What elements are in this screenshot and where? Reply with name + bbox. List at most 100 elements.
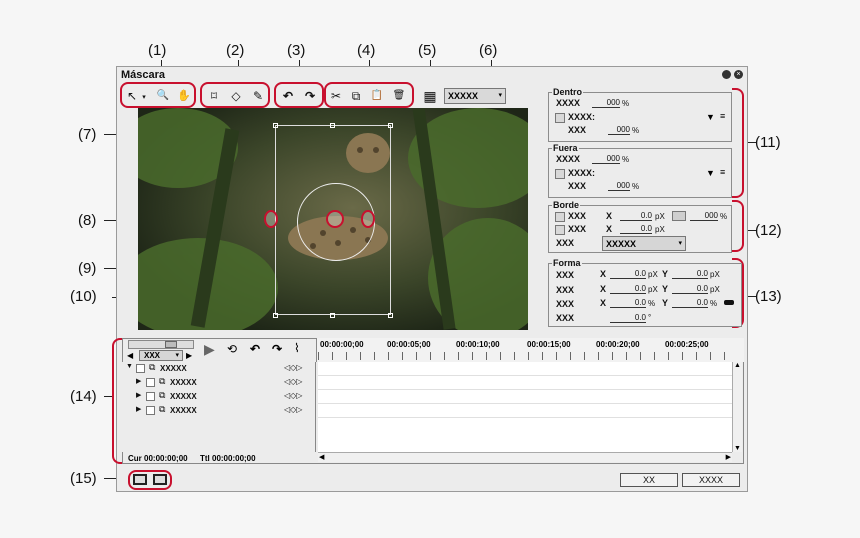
scroll-left-icon[interactable]: ◀: [319, 453, 324, 461]
mask-center-handle[interactable]: [326, 210, 344, 228]
fuera-row1-unit: %: [622, 155, 630, 164]
mask-handle[interactable]: [273, 123, 278, 128]
dentro-row1-unit: %: [622, 99, 630, 108]
keyframe-nav-icon[interactable]: ◁◇▷: [284, 405, 302, 414]
zoom-slider-thumb[interactable]: [165, 341, 177, 348]
forma-r1-x-input[interactable]: 0.0: [610, 269, 646, 279]
filter-icon[interactable]: ▼: [706, 112, 715, 122]
prev-keyframe-icon[interactable]: ↶: [250, 342, 260, 356]
ellipse-mask-icon[interactable]: ◇: [228, 88, 244, 104]
track-row[interactable]: ▶ ⧉ XXXXX ◁◇▷: [134, 404, 316, 418]
undo-icon[interactable]: ↶: [280, 88, 296, 104]
close-icon[interactable]: ×: [734, 70, 743, 79]
expand-icon[interactable]: ▶: [136, 377, 141, 385]
cut-icon[interactable]: ✂: [328, 88, 344, 104]
dentro-checkbox[interactable]: [555, 113, 565, 123]
borde-checkbox-1[interactable]: [555, 212, 565, 222]
vertical-scrollbar[interactable]: ▲ ▼: [732, 362, 742, 452]
track-checkbox[interactable]: [146, 406, 155, 415]
borde-r1-input[interactable]: 0.0: [620, 211, 652, 221]
track-checkbox[interactable]: [146, 392, 155, 401]
list-icon[interactable]: ≡: [720, 111, 725, 121]
keyframe-nav-icon[interactable]: ◁◇▷: [284, 377, 302, 386]
loop-icon[interactable]: ⟲: [227, 342, 237, 356]
expand-icon[interactable]: ▶: [136, 391, 141, 399]
borde-r2-input[interactable]: 0.0: [620, 224, 652, 234]
single-view-icon[interactable]: [133, 474, 147, 485]
mask-handle[interactable]: [388, 313, 393, 318]
aspect-lock-icon[interactable]: [724, 300, 734, 305]
dentro-row3-unit: %: [632, 126, 640, 135]
expand-icon[interactable]: ▶: [136, 405, 141, 413]
copy-icon[interactable]: ⧉: [348, 88, 364, 104]
chevron-down-icon[interactable]: ▾: [136, 90, 152, 106]
cancel-button[interactable]: XXXX: [682, 473, 740, 487]
preview-area[interactable]: [138, 108, 528, 330]
fuera-row1-input[interactable]: 000: [592, 154, 620, 164]
collapse-icon[interactable]: ▼: [126, 363, 133, 370]
zoom-select[interactable]: XXX ▾: [139, 350, 183, 361]
fuera-row3-input[interactable]: 000: [608, 181, 630, 191]
pen-icon[interactable]: ✎: [250, 88, 266, 104]
track-row[interactable]: ▶ ⧉ XXXXX ◁◇▷: [134, 376, 316, 390]
play-icon[interactable]: ▶: [204, 341, 215, 358]
dual-view-icon[interactable]: [153, 474, 167, 485]
next-keyframe-icon[interactable]: ↷: [272, 342, 282, 356]
horizontal-scrollbar[interactable]: ◀ ▶: [318, 452, 732, 462]
redo-icon[interactable]: ↷: [302, 88, 318, 104]
mask-handle[interactable]: [388, 123, 393, 128]
fuera-row1-label: XXXX: [556, 154, 581, 164]
track-row[interactable]: ▼ ⧉ XXXXX ◁◇▷: [122, 362, 316, 376]
dentro-row3-input[interactable]: 000: [608, 125, 630, 135]
list-icon[interactable]: ≡: [720, 167, 725, 177]
graph-icon[interactable]: ⌇: [294, 341, 300, 355]
forma-r2-x-input[interactable]: 0.0: [610, 284, 646, 294]
borde-title: Borde: [552, 200, 581, 210]
mask-handle[interactable]: [330, 313, 335, 318]
mask-edge-handle-left[interactable]: [264, 210, 278, 228]
zoom-out-icon[interactable]: ◀: [127, 351, 133, 360]
scroll-up-icon[interactable]: ▲: [734, 362, 741, 369]
track-row[interactable]: ▶ ⧉ XXXXX ◁◇▷: [134, 390, 316, 404]
forma-r2-x: X: [600, 284, 607, 294]
track-checkbox[interactable]: [146, 378, 155, 387]
fuera-checkbox[interactable]: [555, 169, 565, 179]
forma-r2-y-input[interactable]: 0.0: [672, 284, 708, 294]
forma-r4-input[interactable]: 0.0: [610, 313, 646, 323]
grid-icon[interactable]: ▦: [422, 88, 438, 104]
mask-handle[interactable]: [273, 313, 278, 318]
forma-r1-y-input[interactable]: 0.0: [672, 269, 708, 279]
mask-track-icon: ⧉: [149, 362, 156, 372]
paste-icon[interactable]: 📋: [369, 88, 385, 104]
borde-r1-pct-input[interactable]: 000: [690, 211, 718, 221]
mask-track-icon: ⧉: [159, 376, 166, 386]
mask-handle[interactable]: [330, 123, 335, 128]
borde-type-select[interactable]: XXXXX ▾: [602, 236, 686, 251]
filter-icon[interactable]: ▼: [706, 168, 715, 178]
fuera-row2-label: XXXX:: [568, 168, 596, 178]
mask-edge-handle-right[interactable]: [361, 210, 375, 228]
forma-r3-x-input[interactable]: 0.0: [610, 298, 646, 308]
delete-icon[interactable]: 🗑: [391, 88, 407, 104]
forma-r2-x-unit: pX: [648, 285, 658, 294]
view-dropdown[interactable]: XXXXX ▾: [444, 88, 506, 104]
rectangle-mask-icon[interactable]: ⌑: [206, 88, 222, 104]
zoom-icon[interactable]: 🔍: [155, 88, 171, 104]
ok-button[interactable]: XX: [620, 473, 678, 487]
track-checkbox[interactable]: [136, 364, 145, 373]
borde-checkbox-2[interactable]: [555, 225, 565, 235]
borde-r1-label: XXX: [568, 211, 587, 221]
keyframe-nav-icon[interactable]: ◁◇▷: [284, 391, 302, 400]
scroll-down-icon[interactable]: ▼: [734, 445, 741, 452]
forma-r3-y-input[interactable]: 0.0: [672, 298, 708, 308]
bracket-11: [732, 88, 744, 198]
keyframe-nav-icon[interactable]: ◁◇▷: [284, 363, 302, 372]
borde-color-swatch[interactable]: [672, 211, 686, 221]
hand-icon[interactable]: ✋: [176, 88, 192, 104]
scroll-right-icon[interactable]: ▶: [726, 453, 731, 461]
zoom-slider[interactable]: [128, 340, 194, 349]
ruler-label: 00:00:10;00: [456, 340, 500, 349]
dentro-row1-input[interactable]: 000: [592, 98, 620, 108]
zoom-in-icon[interactable]: ▶: [186, 351, 192, 360]
help-icon[interactable]: [722, 70, 731, 79]
